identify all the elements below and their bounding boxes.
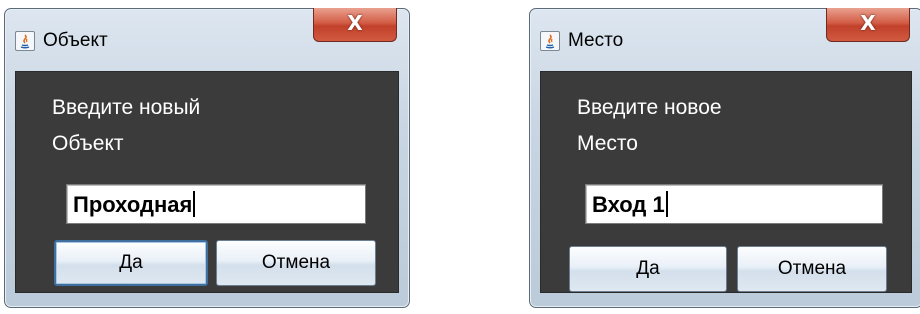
close-icon: X [860,11,876,35]
title-bar[interactable]: Место X [530,8,920,65]
message-line-2: Объект [52,132,124,155]
input-value: Проходная [73,192,193,217]
message-line-1: Введите новое [577,96,722,119]
object-input[interactable]: Проходная [66,184,366,224]
dialog-place: Место X Введите новое Место Вход 1 Да От… [529,8,920,308]
message-line-1: Введите новый [52,96,201,119]
close-button[interactable]: X [826,8,910,42]
java-icon [15,31,35,51]
dialog-title: Место [568,30,624,51]
yes-button[interactable]: Да [569,246,727,292]
dialog-object: Объект X Введите новый Объект Проходная … [4,8,410,308]
close-button[interactable]: X [313,8,397,42]
place-input[interactable]: Вход 1 [585,184,883,224]
cancel-button[interactable]: Отмена [737,246,887,292]
dialog-title: Объект [43,30,108,51]
cancel-button[interactable]: Отмена [216,240,376,286]
dialog-content: Введите новый Объект Проходная Да Отмена [15,71,399,293]
title-bar[interactable]: Объект X [5,8,409,65]
input-value: Вход 1 [592,192,665,217]
text-caret [665,191,668,217]
text-caret [193,191,196,217]
message-line-2: Место [577,132,638,155]
close-icon: X [347,11,363,35]
dialog-content: Введите новое Место Вход 1 Да Отмена [540,71,912,293]
yes-button[interactable]: Да [54,240,208,286]
java-icon [540,31,560,51]
